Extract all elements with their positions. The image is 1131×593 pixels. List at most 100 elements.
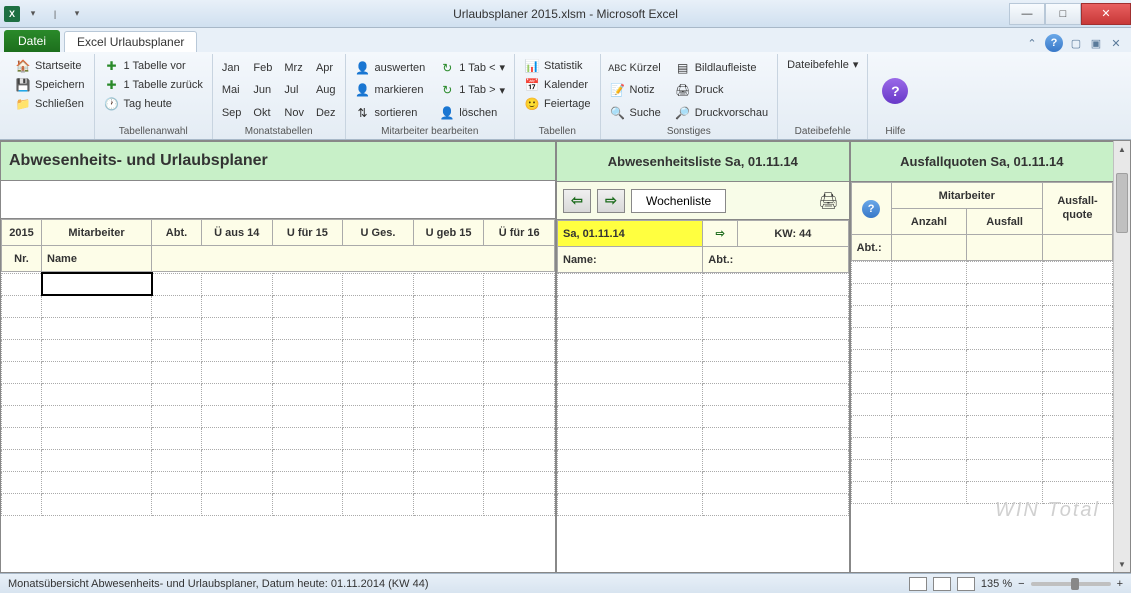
dateibefehle-button[interactable]: Dateibefehle ▾ (784, 57, 861, 72)
grid-mid-body[interactable] (557, 273, 849, 572)
loeschen-button[interactable]: 👤löschen (436, 102, 508, 124)
smiley-icon: 🙂 (524, 96, 540, 112)
auswerten-button[interactable]: 👤auswerten (352, 57, 429, 79)
notiz-button[interactable]: 📝Notiz (607, 80, 664, 102)
calendar-icon: 📅 (524, 77, 540, 93)
month-aug[interactable]: Aug (313, 80, 339, 102)
workbook-window-icon[interactable]: ▣ (1089, 36, 1103, 50)
col-nr: Nr. (2, 246, 42, 272)
home-icon: 🏠 (15, 58, 31, 74)
schliessen-button[interactable]: 📁Schließen (12, 95, 88, 113)
zoom-level[interactable]: 135 % (981, 578, 1012, 590)
minimize-button[interactable]: — (1009, 3, 1045, 25)
minimize-ribbon-icon[interactable]: ⌃ (1025, 36, 1039, 50)
refresh-icon: ↻ (439, 60, 455, 76)
refresh-icon: ↻ (439, 82, 455, 98)
month-dez[interactable]: Dez (313, 102, 339, 124)
zoom-out-button[interactable]: − (1018, 578, 1024, 590)
selected-cell[interactable] (42, 273, 152, 295)
group-label: Monatstabellen (219, 124, 339, 139)
close-workbook-icon[interactable]: ✕ (1109, 36, 1123, 50)
suche-button[interactable]: 🔍Suche (607, 102, 664, 124)
grid-right-header: ? Mitarbeiter Ausfall-quote Anzahl Ausfa… (851, 182, 1113, 261)
month-jun[interactable]: Jun (250, 80, 275, 102)
zoom-slider[interactable] (1031, 582, 1111, 586)
tag-heute-button[interactable]: 🕐Tag heute (101, 95, 206, 113)
kuerzel-button[interactable]: ABCKürzel (607, 57, 664, 79)
zoom-in-button[interactable]: + (1117, 578, 1123, 590)
month-sep[interactable]: Sep (219, 102, 245, 124)
view-normal-button[interactable] (909, 577, 927, 591)
col-name: Name (42, 246, 152, 272)
month-jan[interactable]: Jan (219, 57, 245, 79)
feiertage-button[interactable]: 🙂Feiertage (521, 95, 593, 113)
nav-prev-button[interactable]: ⇦ (563, 189, 591, 213)
month-okt[interactable]: Okt (250, 102, 275, 124)
tab-prev-button[interactable]: ↻1 Tab < ▾ (436, 57, 508, 79)
grid-left-body[interactable] (1, 272, 555, 572)
month-jul[interactable]: Jul (281, 80, 307, 102)
group-label: Mitarbeiter bearbeiten (352, 124, 509, 139)
col-mitarbeiter: Mitarbeiter (891, 183, 1042, 209)
speichern-button[interactable]: 💾Speichern (12, 76, 88, 94)
startseite-button[interactable]: 🏠Startseite (12, 57, 88, 75)
druckvorschau-button[interactable]: 🔎Druckvorschau (672, 102, 771, 124)
panel-title-mid: Abwesenheitsliste Sa, 01.11.14 (557, 141, 849, 182)
qat-separator: | (46, 5, 64, 23)
close-button[interactable]: ✕ (1081, 3, 1131, 25)
date-next-button[interactable]: ⇨ (703, 221, 738, 247)
group-label (12, 124, 88, 139)
clock-icon: 🕐 (104, 96, 120, 112)
titlebar: X ▾ | ▾ Urlaubsplaner 2015.xlsm - Micros… (0, 0, 1131, 28)
sortieren-button[interactable]: ⇅sortieren (352, 102, 429, 124)
help-icon[interactable]: ? (1045, 34, 1063, 52)
month-apr[interactable]: Apr (313, 57, 339, 79)
kw-cell: KW: 44 (738, 221, 848, 247)
wochenliste-button[interactable]: Wochenliste (631, 189, 726, 213)
grid-left-header: 2015 Mitarbeiter Abt. Ü aus 14 U für 15 … (1, 219, 555, 272)
druck-button[interactable]: 🖨Druck (672, 80, 771, 102)
print-icon[interactable]: 🖨 (815, 189, 843, 213)
month-feb[interactable]: Feb (250, 57, 275, 79)
tab-urlaubsplaner[interactable]: Excel Urlaubsplaner (64, 31, 197, 52)
status-text: Monatsübersicht Abwesenheits- und Urlaub… (8, 578, 428, 590)
view-layout-button[interactable] (933, 577, 951, 591)
qat-dropdown[interactable]: ▾ (24, 5, 42, 23)
qat-customize[interactable]: ▾ (68, 5, 86, 23)
ribbon: 🏠Startseite 💾Speichern 📁Schließen ✚1 Tab… (0, 52, 1131, 140)
save-icon: 💾 (15, 77, 31, 93)
month-mrz[interactable]: Mrz (281, 57, 307, 79)
kalender-button[interactable]: 📅Kalender (521, 76, 593, 94)
tabelle-vor-button[interactable]: ✚1 Tabelle vor (101, 57, 206, 75)
tab-next-button[interactable]: ↻1 Tab > ▾ (436, 80, 508, 102)
statistik-button[interactable]: 📊Statistik (521, 57, 593, 75)
col-name: Name: (558, 247, 703, 273)
month-mai[interactable]: Mai (219, 80, 245, 102)
help-cell[interactable]: ? (851, 183, 891, 235)
col-uges: U Ges. (343, 220, 414, 246)
maximize-button[interactable]: □ (1045, 3, 1081, 25)
view-pagebreak-button[interactable] (957, 577, 975, 591)
ribbon-group-mitarbeiter: 👤auswerten ↻1 Tab < ▾ 👤markieren ↻1 Tab … (346, 54, 516, 139)
restore-workbook-icon[interactable]: ▢ (1069, 36, 1083, 50)
hilfe-button[interactable]: ? (874, 74, 916, 108)
markieren-button[interactable]: 👤markieren (352, 80, 429, 102)
group-label: Hilfe (874, 124, 916, 139)
group-label: Sonstiges (607, 124, 772, 139)
month-nov[interactable]: Nov (281, 102, 307, 124)
ribbon-group-sonstiges: ABCKürzel ▤Bildlaufleiste 📝Notiz 🖨Druck … (601, 54, 779, 139)
nav-next-button[interactable]: ⇨ (597, 189, 625, 213)
tab-datei[interactable]: Datei (4, 30, 60, 52)
panel-title-right: Ausfallquoten Sa, 01.11.14 (851, 141, 1113, 182)
statusbar: Monatsübersicht Abwesenheits- und Urlaub… (0, 573, 1131, 593)
delete-icon: 👤 (439, 105, 455, 121)
col-ugeb: U geb 15 (413, 220, 484, 246)
panel-title-left: Abwesenheits- und Urlaubsplaner (1, 141, 555, 181)
group-label: Tabellen (521, 124, 593, 139)
col-abt: Abt. (152, 220, 202, 246)
tabelle-zurueck-button[interactable]: ✚1 Tabelle zurück (101, 76, 206, 94)
bildlauf-button[interactable]: ▤Bildlaufleiste (672, 57, 771, 79)
vertical-scrollbar[interactable]: ▲ ▼ (1113, 141, 1130, 572)
grid-right-body[interactable] (851, 261, 1113, 572)
panel-abwesenheitsliste: Abwesenheitsliste Sa, 01.11.14 ⇦ ⇨ Woche… (557, 141, 851, 572)
